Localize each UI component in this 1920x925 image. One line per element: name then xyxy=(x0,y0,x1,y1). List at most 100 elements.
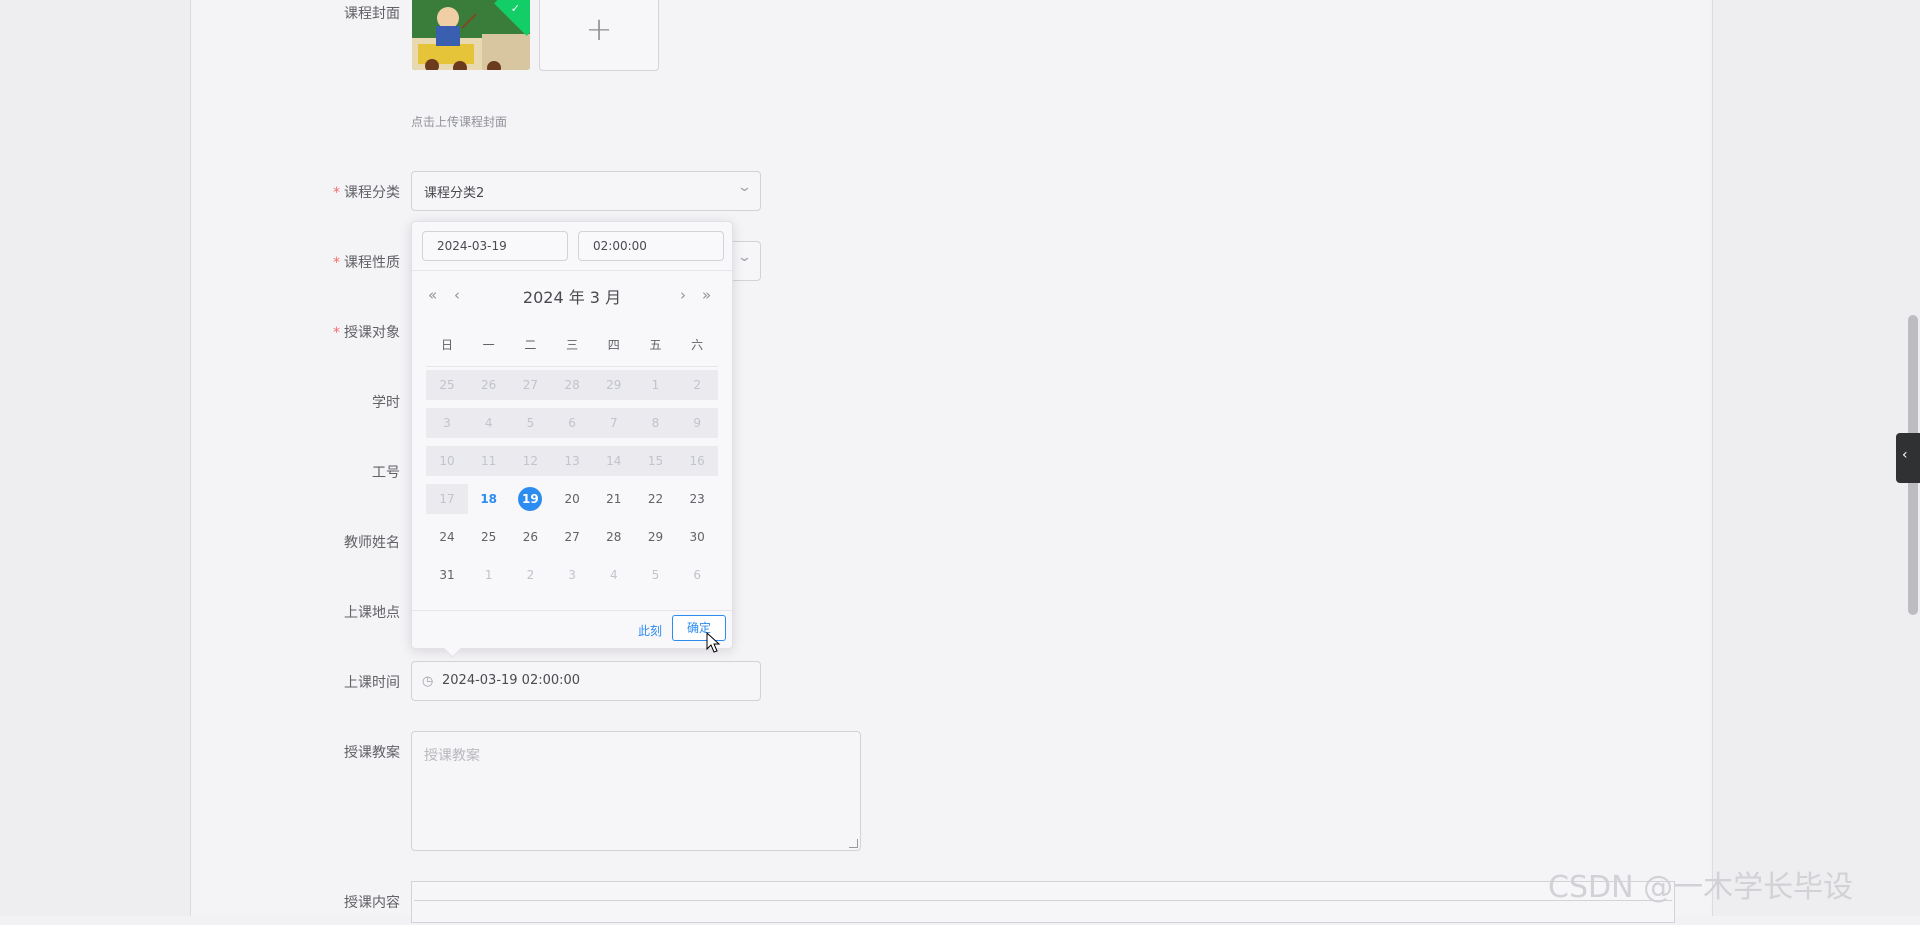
location-label: 上课地点 xyxy=(190,602,400,622)
category-select[interactable]: 课程分类2 ⌄ xyxy=(411,171,761,211)
calendar-day: 6 xyxy=(551,408,594,438)
chevron-down-icon: ⌄ xyxy=(736,250,753,265)
weekday-header: 日 xyxy=(440,338,453,352)
calendar-day: 25 xyxy=(426,370,468,400)
calendar-day: 8 xyxy=(634,408,677,438)
check-icon: ✓ xyxy=(510,1,521,15)
calendar-day-label: 23 xyxy=(689,492,705,506)
content-label-text: 授课内容 xyxy=(344,895,400,911)
editor-toolbar[interactable] xyxy=(414,900,1672,925)
resize-handle[interactable] xyxy=(849,839,858,848)
calendar-day-selected[interactable]: 19 xyxy=(509,484,551,514)
calendar-day-label: 4 xyxy=(484,416,493,430)
cover-upload-button[interactable]: + xyxy=(539,0,659,71)
calendar-day: 1 xyxy=(634,370,677,400)
side-panel-toggle[interactable]: ‹ xyxy=(1896,433,1920,483)
calendar-day[interactable]: 29 xyxy=(635,522,677,552)
nature-label: * 课程性质 xyxy=(190,252,400,272)
weekday-header: 四 xyxy=(607,338,620,352)
picker-header: « ‹ 2024 年 3 月 › » xyxy=(412,284,732,308)
calendar-day-label: 13 xyxy=(564,454,580,468)
calendar-day[interactable]: 2 xyxy=(509,560,551,590)
calendar-day[interactable]: 30 xyxy=(676,522,718,552)
picker-time-input[interactable]: 02:00:00 xyxy=(578,231,724,261)
class-time-label: 上课时间 xyxy=(190,672,400,692)
calendar-day[interactable]: 25 xyxy=(468,522,510,552)
calendar-day-label: 10 xyxy=(439,454,455,468)
calendar-day-label: 6 xyxy=(568,416,576,430)
calendar-day-today[interactable]: 18 xyxy=(468,484,510,514)
calendar-day: 9 xyxy=(676,408,719,438)
calendar-day[interactable]: 6 xyxy=(676,560,718,590)
required-mark: * xyxy=(333,255,340,271)
cover-thumbnail[interactable]: ✓ xyxy=(412,0,530,70)
cover-label-text: 课程封面 xyxy=(344,6,400,22)
calendar-day-label: 1 xyxy=(484,568,493,582)
calendar-day: 26 xyxy=(467,370,510,400)
calendar-day-label: 28 xyxy=(606,530,622,544)
calendar-day: 14 xyxy=(592,446,635,476)
page-left-margin xyxy=(0,0,191,916)
calendar-day[interactable]: 3 xyxy=(551,560,593,590)
staff-id-label: 工号 xyxy=(190,462,400,482)
next-month-icon[interactable]: › xyxy=(680,286,686,304)
calendar-day[interactable]: 27 xyxy=(551,522,593,552)
calendar-day[interactable]: 5 xyxy=(635,560,677,590)
calendar-day-label: 30 xyxy=(689,530,705,544)
calendar-day-label: 16 xyxy=(689,454,705,468)
hours-label-text: 学时 xyxy=(372,395,400,411)
category-select-value: 课程分类2 xyxy=(424,186,485,201)
watermark: CSDN @一木学长毕设 xyxy=(1548,870,1854,905)
picker-date-input[interactable]: 2024-03-19 xyxy=(422,231,568,261)
page-right-margin xyxy=(1712,0,1920,916)
calendar-day[interactable]: 31 xyxy=(426,560,468,590)
calendar-day[interactable]: 21 xyxy=(593,484,635,514)
calendar-day: 29 xyxy=(592,370,635,400)
clock-icon: ◷ xyxy=(422,674,434,689)
calendar-day-label: 24 xyxy=(439,530,455,544)
calendar-day-label: 1 xyxy=(651,378,660,392)
calendar-day[interactable]: 28 xyxy=(593,522,635,552)
chevron-left-icon: ‹ xyxy=(1902,447,1908,463)
calendar-day[interactable]: 24 xyxy=(426,522,468,552)
calendar-day-label: 29 xyxy=(606,378,622,392)
picker-divider xyxy=(412,270,732,271)
calendar-day: 11 xyxy=(467,446,510,476)
calendar-day[interactable]: 26 xyxy=(509,522,551,552)
calendar-day-label: 17 xyxy=(439,492,455,506)
calendar-day[interactable]: 4 xyxy=(593,560,635,590)
required-mark: * xyxy=(333,185,340,201)
calendar-day-label: 2 xyxy=(693,378,701,392)
weekday-header: 一 xyxy=(482,338,495,352)
audience-label: * 授课对象 xyxy=(190,322,400,342)
picker-footer-divider xyxy=(412,610,732,611)
chevron-down-icon: ⌄ xyxy=(736,180,753,195)
calendar-day-label: 8 xyxy=(651,416,660,430)
calendar-day-label: 14 xyxy=(606,454,622,468)
lesson-plan-textarea[interactable]: 授课教案 xyxy=(411,731,861,851)
calendar-day: 3 xyxy=(426,408,468,438)
calendar-day: 12 xyxy=(509,446,552,476)
content-editor[interactable] xyxy=(411,881,1675,923)
weekday-header: 六 xyxy=(691,338,704,352)
calendar-day[interactable]: 22 xyxy=(635,484,677,514)
picker-date-value: 2024-03-19 xyxy=(437,239,507,253)
calendar-day-label: 19 xyxy=(518,487,543,511)
calendar-day: 13 xyxy=(551,446,594,476)
next-year-icon[interactable]: » xyxy=(702,286,711,304)
calendar-day-label: 4 xyxy=(609,568,618,582)
staff-id-label-text: 工号 xyxy=(372,465,400,481)
calendar-day-label: 22 xyxy=(647,492,664,506)
class-time-input[interactable]: ◷ 2024-03-19 02:00:00 xyxy=(411,661,761,701)
calendar-day[interactable]: 20 xyxy=(551,484,593,514)
teacher-name-label-text: 教师姓名 xyxy=(344,535,400,551)
nature-label-text: 课程性质 xyxy=(344,255,400,271)
calendar-day[interactable]: 23 xyxy=(676,484,718,514)
calendar-day-label: 25 xyxy=(439,378,455,392)
calendar-day[interactable]: 1 xyxy=(468,560,510,590)
calendar-day-label: 15 xyxy=(647,454,664,468)
calendar-day-label: 11 xyxy=(481,454,497,468)
teacher-name-label: 教师姓名 xyxy=(190,532,400,552)
now-button[interactable]: 此刻 xyxy=(638,622,662,639)
class-time-label-text: 上课时间 xyxy=(344,675,400,691)
